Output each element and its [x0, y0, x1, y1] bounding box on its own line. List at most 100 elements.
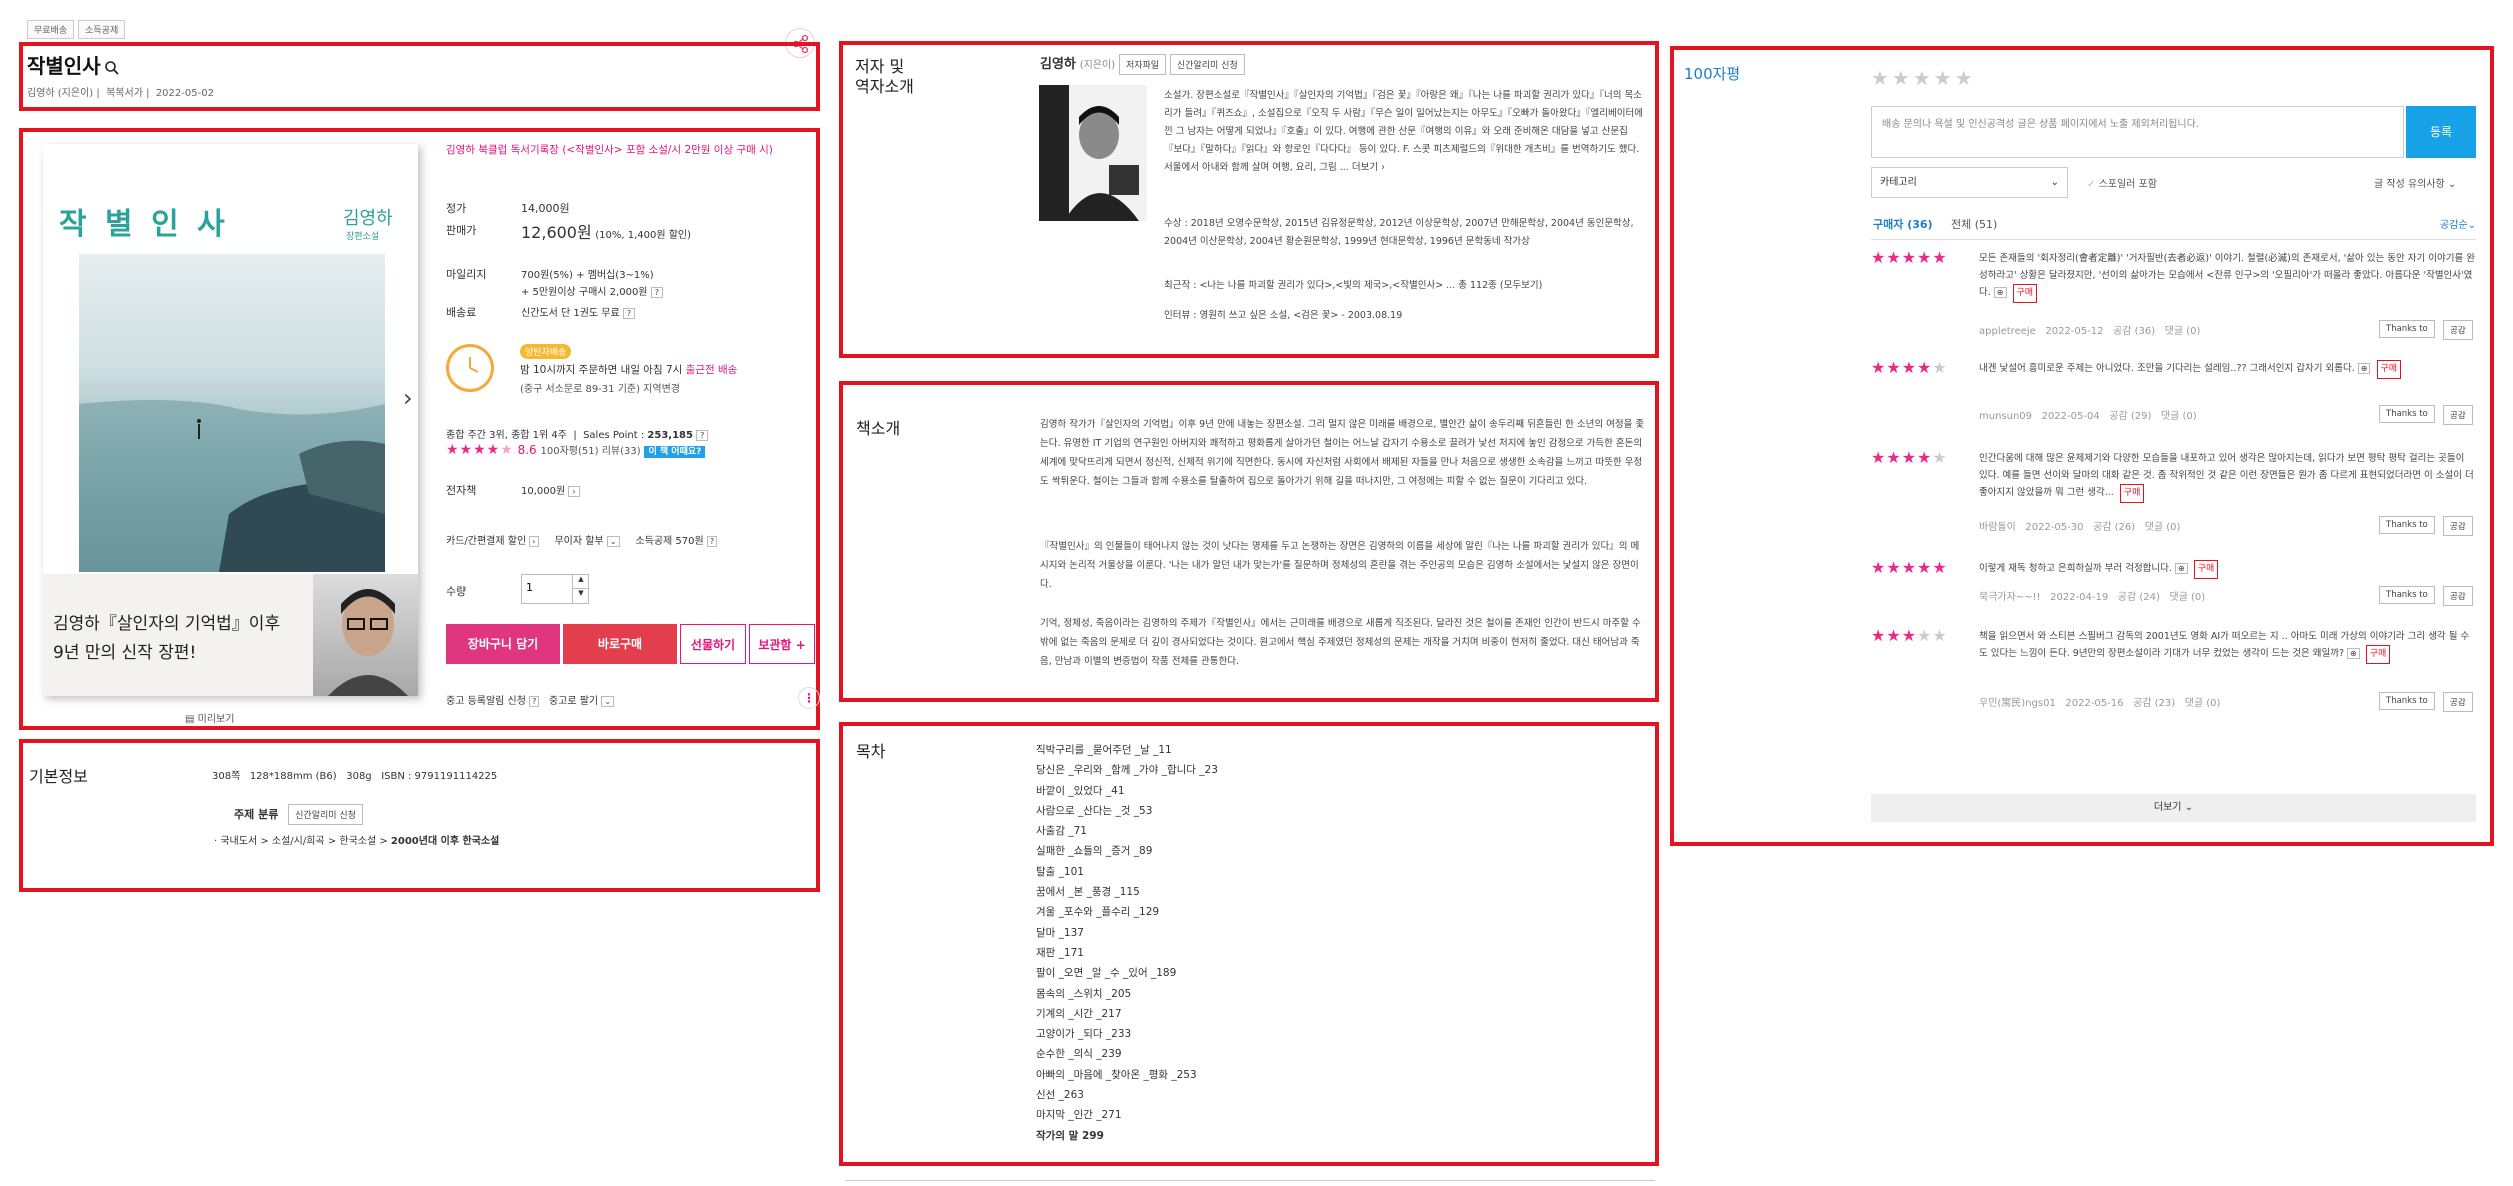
- quantity-label: 수량: [446, 585, 467, 598]
- tab-all[interactable]: 전체 (51): [1951, 216, 1997, 232]
- like-button[interactable]: 공감: [2443, 692, 2473, 712]
- preview-button[interactable]: ▤ 미리보기: [185, 710, 234, 725]
- review-expand[interactable]: ⊕: [2347, 648, 2360, 659]
- card-discount[interactable]: 카드/간편결제 할인: [446, 536, 526, 547]
- review-category-select[interactable]: 카테고리 ⌄: [1871, 167, 2068, 198]
- mileage-value: 700원(5%) + 멤버십(3~1%): [521, 270, 654, 281]
- cover-next-arrow[interactable]: ›: [403, 384, 413, 412]
- review-comments[interactable]: 댓글 (0): [2165, 326, 2201, 337]
- thanks-button[interactable]: Thanks to: [2379, 516, 2435, 534]
- sort-dropdown[interactable]: 공감순⌄: [2440, 216, 2476, 231]
- cart-button[interactable]: 장바구니 담기: [446, 624, 560, 664]
- delivery-line2[interactable]: (중구 서소문로 89-31 기준) 지역변경: [520, 380, 680, 395]
- sales-point-info[interactable]: ?: [696, 430, 709, 441]
- author-recent-works[interactable]: 최근작 : <나는 나를 파괴할 권리가 있다>,<빛의 제국>,<작별인사> …: [1164, 277, 1644, 291]
- review-rating-input[interactable]: ★★★★★: [1871, 66, 1976, 90]
- category-current[interactable]: 2000년대 이후 한국소설: [391, 836, 499, 847]
- like-button[interactable]: 공감: [2443, 516, 2473, 536]
- author-name[interactable]: 김영하: [1040, 57, 1076, 72]
- publisher-link[interactable]: 복복서가: [106, 88, 143, 99]
- spoiler-checkbox[interactable]: ✓ 스포일러 포함: [2087, 175, 2157, 190]
- cover-title-art: 작 별 인 사: [59, 207, 229, 242]
- quantity-stepper[interactable]: ▲ ▼: [521, 574, 589, 604]
- shipping-info-icon[interactable]: ?: [622, 308, 636, 319]
- gift-button[interactable]: 선물하기: [680, 624, 746, 664]
- fun-badge[interactable]: 이 책 어때요?: [644, 446, 706, 458]
- review-list: ★★★★★ 모든 존재들의 '회자정리(會者定離)' '거자필반(去者必返)' …: [1871, 248, 2476, 810]
- like-button[interactable]: 공감: [2443, 320, 2473, 340]
- review-expand[interactable]: ⊕: [2174, 563, 2188, 574]
- review-comments[interactable]: 댓글 (0): [2169, 592, 2205, 603]
- review-guide-link[interactable]: 글 작성 유의사항 ⌄: [2374, 175, 2456, 190]
- quantity-input[interactable]: [526, 581, 570, 594]
- review-user[interactable]: 북극가자~~!!: [1979, 592, 2041, 603]
- reviews-more-button[interactable]: 더보기 ⌄: [1871, 794, 2476, 822]
- review-comments[interactable]: 댓글 (0): [2185, 698, 2221, 709]
- review-expand[interactable]: ⊕: [1993, 287, 2007, 298]
- review-user[interactable]: munsun09: [1979, 411, 2032, 422]
- search-icon[interactable]: [104, 60, 120, 79]
- product-section: 작 별 인 사 김영하 장편소설 › 김영하『살인자의 기억법』이후 9년 만의…: [19, 128, 820, 730]
- top-tags: 무료배송 소득공제: [27, 20, 129, 39]
- review-text: 내겐 낯설어 흥미로운 주제는 아니었다. 조만을 기다리는 설레임..?? 그…: [1979, 363, 2355, 374]
- mileage-sub: + 5만원이상 구매시 2,000원: [521, 287, 648, 298]
- review-submit-button[interactable]: 등록: [2406, 106, 2476, 158]
- like-button[interactable]: 공감: [2443, 405, 2473, 425]
- buy-now-button[interactable]: 바로구매: [563, 624, 677, 664]
- category-links[interactable]: 국내도서 > 소설/시/희곡 > 한국소설 >: [220, 836, 391, 847]
- author-link[interactable]: 김영하 (지은이): [27, 88, 93, 99]
- basic-info-title: 기본정보: [29, 767, 88, 786]
- thanks-button[interactable]: Thanks to: [2379, 692, 2435, 710]
- review-likes: 공감 (23): [2133, 698, 2176, 709]
- thanks-button[interactable]: Thanks to: [2379, 320, 2435, 338]
- cover-ad-line2: 9년 만의 신작 장편!: [53, 643, 197, 663]
- tax-info[interactable]: ?: [706, 536, 718, 547]
- book-intro-section: 책소개 김영하 작가가『살인자의 기억법』이후 9년 만에 내놓는 장편소설. …: [839, 381, 1659, 702]
- wishlist-button[interactable]: 보관함 +: [749, 624, 815, 664]
- thanks-button[interactable]: Thanks to: [2379, 586, 2435, 604]
- promo-link[interactable]: 김영하 북클럽 독서기록장 (<작별인사> 포함 소설/시 2만원 이상 구매 …: [446, 142, 816, 158]
- review-user[interactable]: 바람돌이: [1979, 522, 2016, 533]
- review-comments[interactable]: 댓글 (0): [2145, 522, 2181, 533]
- review-counts[interactable]: 100자평(51) 리뷰(33): [541, 446, 641, 457]
- tab-buyer[interactable]: 구매자 (36): [1873, 216, 1933, 232]
- toc-item: 아빠의 _마음에 _찾아온 _평화 _253: [1036, 1068, 1197, 1081]
- like-button[interactable]: 공감: [2443, 586, 2473, 606]
- author-alert-button[interactable]: 신간알리미 신청: [1169, 54, 1245, 75]
- toc-item: 재판 _171: [1036, 946, 1084, 959]
- author-interview[interactable]: 인터뷰 : 영원히 쓰고 싶은 소설, <검은 꽃> - 2003.08.19: [1164, 307, 1644, 321]
- ebook-arrow[interactable]: ›: [568, 486, 580, 497]
- used-sell[interactable]: 중고로 팔기: [549, 696, 598, 707]
- used-alert-toggle[interactable]: ?: [529, 696, 540, 707]
- thanks-button[interactable]: Thanks to: [2379, 405, 2435, 423]
- author-file-button[interactable]: 저자파일: [1118, 54, 1167, 75]
- cover-ad-banner: 김영하『살인자의 기억법』이후 9년 만의 신작 장편!: [43, 574, 418, 696]
- review-user[interactable]: 우민(寓民)ngs01: [1979, 698, 2056, 709]
- reviews-section: 100자평 ★★★★★ 배송 문의나 욕설 및 인신공격성 글은 상품 페이지에…: [1670, 46, 2494, 846]
- more-options-icon[interactable]: ⋮: [798, 687, 820, 709]
- toc-item: 탈출 _101: [1036, 865, 1084, 878]
- reviews-title: 100자평: [1684, 65, 1741, 83]
- used-sell-toggle[interactable]: ⌄: [601, 696, 615, 707]
- mileage-info-icon[interactable]: ?: [650, 287, 663, 298]
- delivery-link[interactable]: 출근전 배송: [686, 364, 738, 376]
- cover-author: 김영하: [343, 208, 393, 229]
- installment-toggle[interactable]: ⌄: [606, 536, 620, 547]
- review-user[interactable]: appletreeje: [1979, 326, 2036, 337]
- book-intro-title: 책소개: [856, 419, 901, 438]
- author-portrait: [1039, 85, 1147, 221]
- quantity-up[interactable]: ▲: [572, 575, 589, 589]
- review-comments[interactable]: 댓글 (0): [2161, 411, 2197, 422]
- used-alert[interactable]: 중고 등록알림 신청: [446, 696, 526, 707]
- subject-alert-button[interactable]: 신간알리미 신청: [288, 804, 363, 825]
- ebook-value[interactable]: 10,000원: [521, 486, 565, 497]
- ranking-text[interactable]: 종합 주간 3위, 종합 1위 4주: [446, 430, 567, 441]
- quantity-down[interactable]: ▼: [572, 589, 589, 603]
- review-expand[interactable]: ⊕: [2357, 363, 2371, 374]
- installment[interactable]: 무이자 할부: [554, 536, 603, 547]
- tax-deduction[interactable]: 소득공제 570원: [635, 536, 703, 547]
- review-input[interactable]: 배송 문의나 욕설 및 인신공격성 글은 상품 페이지에서 노출 제외처리됩니다…: [1871, 106, 2404, 158]
- card-discount-toggle[interactable]: ›: [529, 536, 539, 547]
- publish-date: 2022-05-02: [155, 88, 214, 99]
- book-cover[interactable]: 작 별 인 사 김영하 장편소설 › 김영하『살인자의 기억법』이후 9년 만의…: [43, 144, 418, 696]
